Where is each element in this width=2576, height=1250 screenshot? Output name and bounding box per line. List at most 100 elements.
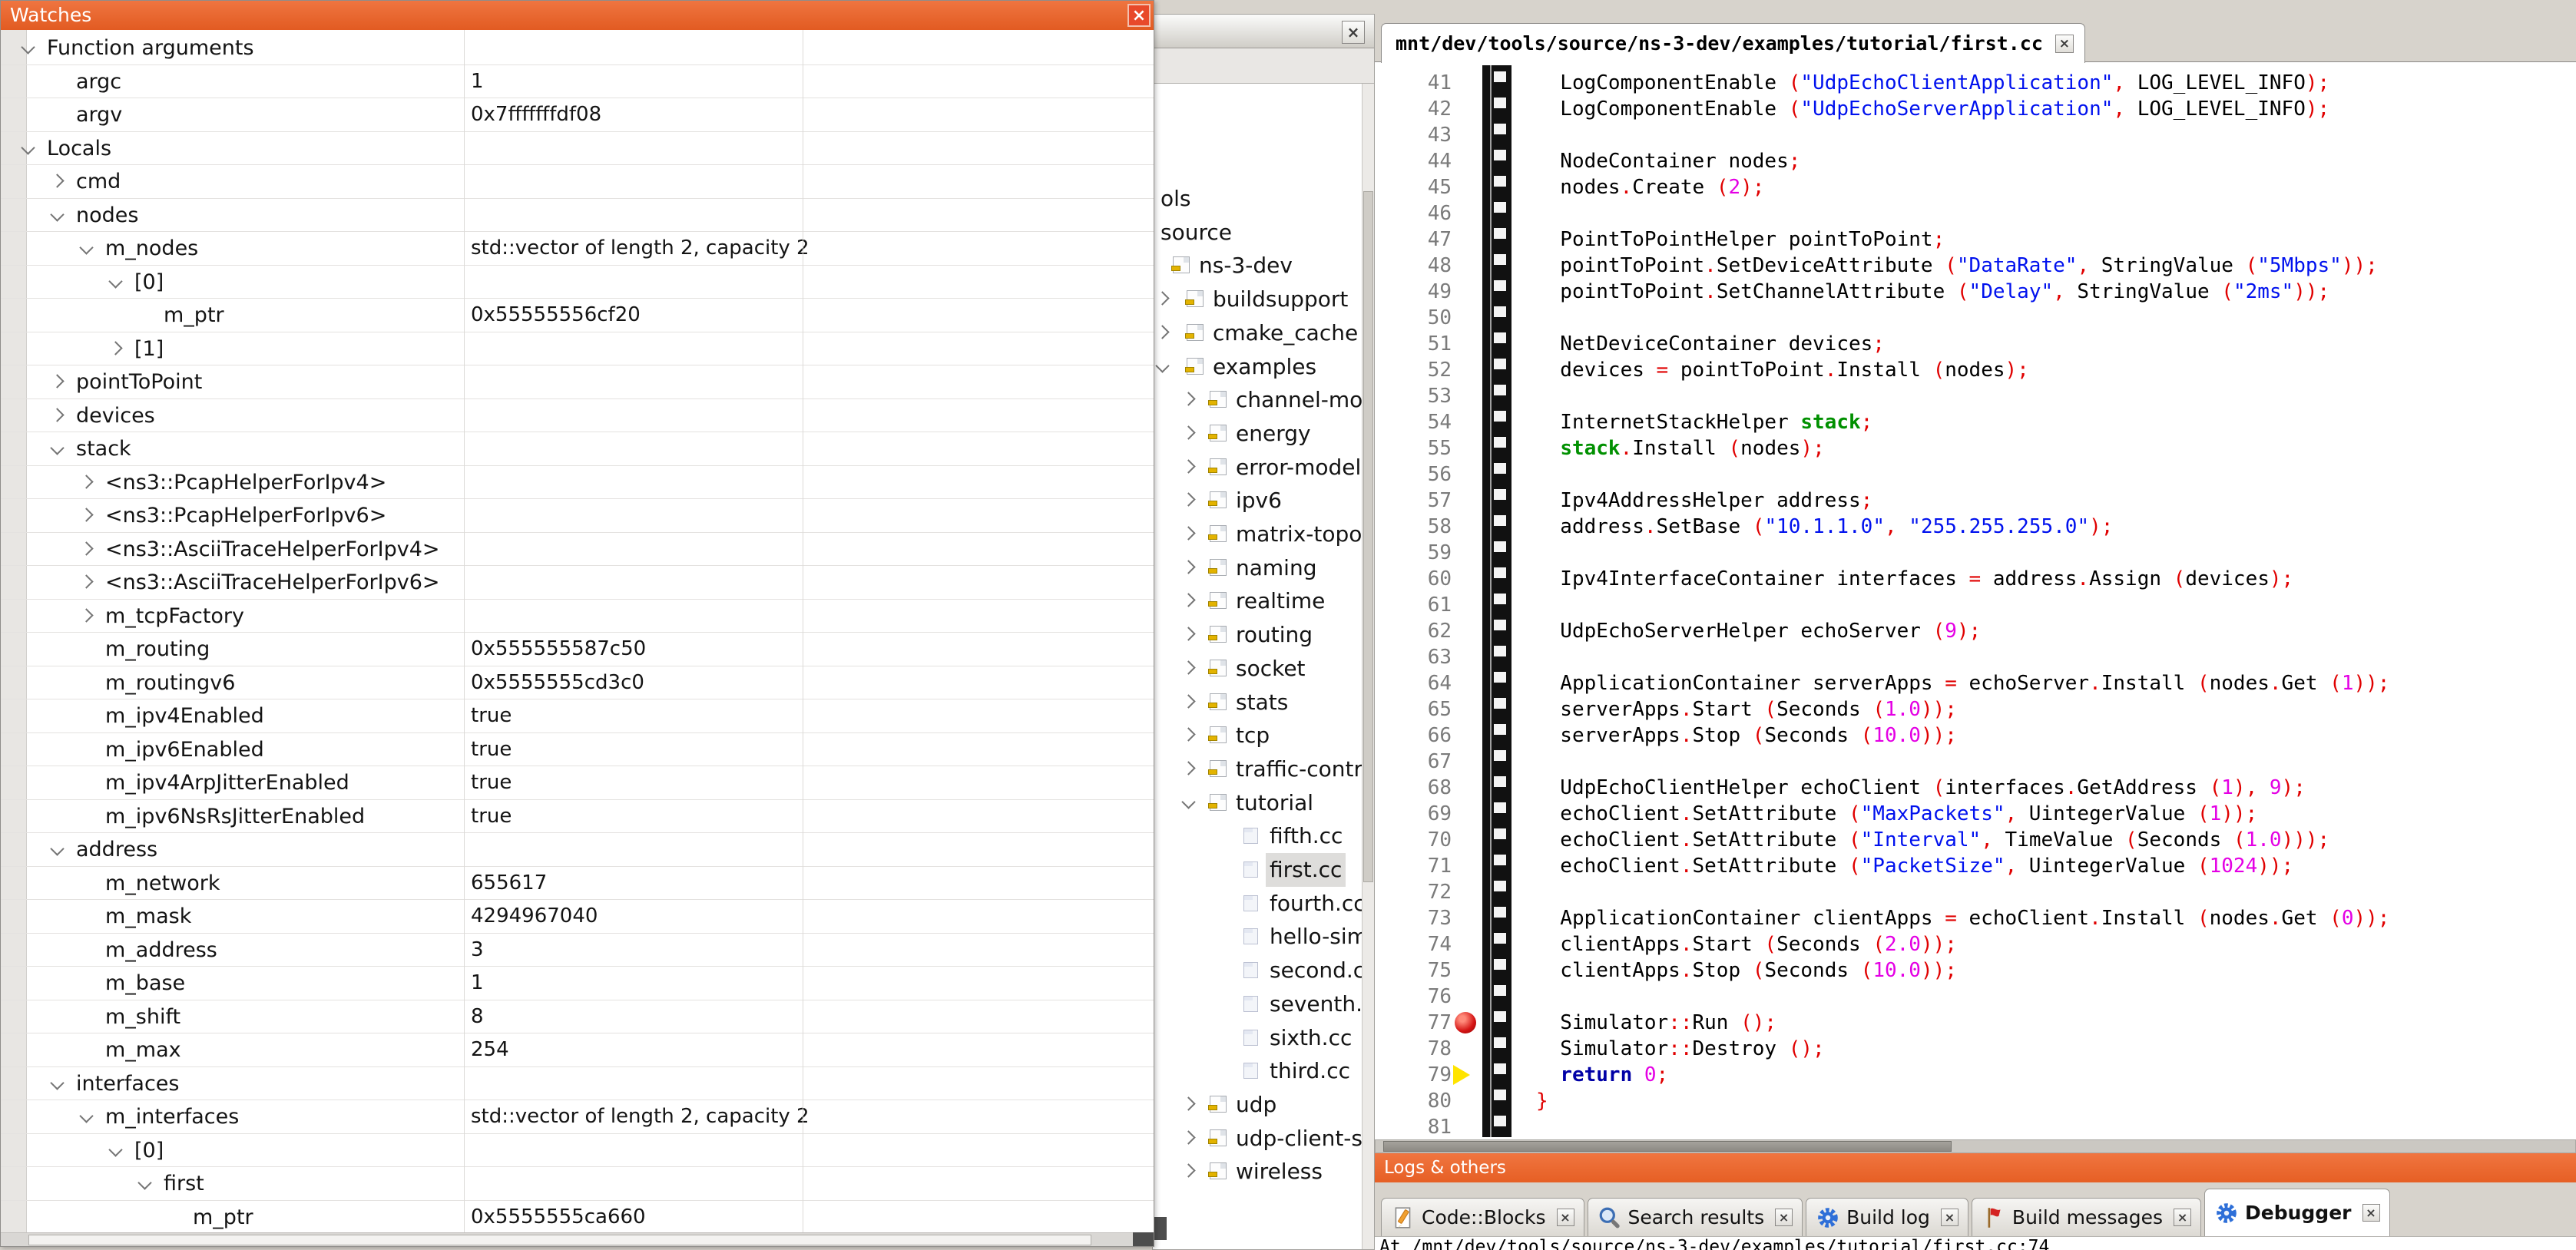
watch-row[interactable]: m_routing0x555555587c50 — [1, 633, 1154, 666]
code-line[interactable]: 49 pointToPoint.SetChannelAttribute ("De… — [1375, 279, 2576, 305]
watch-row[interactable]: m_nodesstd::vector of length 2, capacity… — [1, 232, 1154, 266]
tree-item-examples[interactable]: examples — [1153, 350, 1362, 384]
line-number[interactable]: 78 — [1375, 1036, 1452, 1062]
line-number[interactable]: 49 — [1375, 279, 1452, 305]
expand-icon[interactable] — [1180, 693, 1197, 710]
code-line[interactable]: 79 return 0; — [1375, 1062, 2576, 1088]
watch-row[interactable]: m_ipv6Enabledtrue — [1, 733, 1154, 767]
log-tab-build-log[interactable]: Build log× — [1806, 1198, 1968, 1236]
tree-vertical-scrollbar[interactable] — [1362, 84, 1374, 1249]
code-line[interactable]: 47 PointToPointHelper pointToPoint; — [1375, 227, 2576, 253]
line-number[interactable]: 64 — [1375, 670, 1452, 696]
watch-row[interactable]: m_ipv4Enabledtrue — [1, 699, 1154, 733]
expand-icon[interactable] — [1154, 324, 1171, 341]
code-line[interactable]: 77 Simulator::Run (); — [1375, 1010, 2576, 1036]
code-line[interactable]: 74 clientApps.Start (Seconds (2.0)); — [1375, 931, 2576, 957]
tree-item-cmake-cache[interactable]: cmake_cache — [1153, 316, 1362, 350]
watch-row[interactable]: argc1 — [1, 65, 1154, 99]
code-line[interactable]: 61 — [1375, 592, 2576, 618]
code-line[interactable]: 81 — [1375, 1114, 2576, 1139]
tree-item-traffic-control[interactable]: traffic-control — [1153, 752, 1362, 786]
watch-row[interactable]: stack — [1, 432, 1154, 466]
expand-icon[interactable] — [78, 574, 95, 590]
line-number[interactable]: 72 — [1375, 879, 1452, 905]
watch-row[interactable]: m_mask4294967040 — [1, 900, 1154, 934]
expand-icon[interactable] — [1180, 1162, 1197, 1179]
line-number[interactable]: 73 — [1375, 905, 1452, 931]
code-line[interactable]: 42 LogComponentEnable ("UdpEchoServerApp… — [1375, 96, 2576, 122]
line-number[interactable]: 76 — [1375, 984, 1452, 1010]
line-number[interactable]: 70 — [1375, 827, 1452, 853]
expand-icon[interactable] — [1180, 626, 1197, 643]
tree-item-naming[interactable]: naming — [1153, 551, 1362, 585]
line-number[interactable]: 41 — [1375, 70, 1452, 96]
expand-icon[interactable] — [1180, 491, 1197, 508]
tree-item-hello-simulator-cc[interactable]: hello-simulator.cc — [1153, 920, 1362, 954]
tree-item-udp[interactable]: udp — [1153, 1088, 1362, 1122]
tree-item-matrix-topology[interactable]: matrix-topology — [1153, 518, 1362, 551]
tree-item-fifth-cc[interactable]: fifth.cc — [1153, 819, 1362, 853]
watch-row[interactable]: m_shift8 — [1, 1000, 1154, 1034]
line-number[interactable]: 75 — [1375, 957, 1452, 984]
tree-item-tcp[interactable]: tcp — [1153, 719, 1362, 752]
code-line[interactable]: 50 — [1375, 305, 2576, 331]
line-number[interactable]: 44 — [1375, 148, 1452, 174]
line-number[interactable]: 62 — [1375, 618, 1452, 644]
expand-icon[interactable] — [1154, 290, 1171, 307]
watch-row[interactable]: m_ipv4ArpJitterEnabledtrue — [1, 766, 1154, 800]
watch-row[interactable]: m_ipv6NsRsJitterEnabledtrue — [1, 800, 1154, 834]
watch-row[interactable]: <ns3::AsciiTraceHelperForIpv6> — [1, 566, 1154, 600]
tree-item-second-cc[interactable]: second.cc — [1153, 954, 1362, 987]
watch-row[interactable]: pointToPoint — [1, 365, 1154, 399]
line-number[interactable]: 71 — [1375, 853, 1452, 879]
code-line[interactable]: 67 — [1375, 749, 2576, 775]
watch-row[interactable]: devices — [1, 399, 1154, 433]
close-icon[interactable]: × — [2055, 35, 2074, 53]
log-tab-build-messages[interactable]: Build messages× — [1972, 1198, 2201, 1236]
code-line[interactable]: 63 — [1375, 644, 2576, 670]
code-line[interactable]: 64 ApplicationContainer serverApps = ech… — [1375, 670, 2576, 696]
line-number[interactable]: 57 — [1375, 488, 1452, 514]
tree-item-wireless[interactable]: wireless — [1153, 1155, 1362, 1189]
code-line[interactable]: 76 — [1375, 984, 2576, 1010]
line-number[interactable]: 66 — [1375, 723, 1452, 749]
line-number[interactable]: 45 — [1375, 174, 1452, 200]
code-line[interactable]: 69 echoClient.SetAttribute ("MaxPackets"… — [1375, 801, 2576, 827]
tree-item-routing[interactable]: routing — [1153, 618, 1362, 652]
tree-item-ols[interactable]: ols — [1153, 182, 1362, 216]
expand-icon[interactable] — [1180, 458, 1197, 475]
code-line[interactable]: 46 — [1375, 200, 2576, 227]
line-number[interactable]: 77 — [1375, 1010, 1452, 1036]
expand-icon[interactable] — [78, 607, 95, 624]
code-line[interactable]: 59 — [1375, 540, 2576, 566]
line-number[interactable]: 68 — [1375, 775, 1452, 801]
scrollbar-thumb[interactable] — [28, 1235, 1091, 1245]
line-number[interactable]: 48 — [1375, 253, 1452, 279]
tree-item-ns-3-dev[interactable]: ns-3-dev — [1153, 249, 1362, 283]
code-line[interactable]: 55 stack.Install (nodes); — [1375, 435, 2576, 461]
line-number[interactable]: 54 — [1375, 409, 1452, 435]
scrollbar-thumb[interactable] — [1383, 1141, 1952, 1152]
code-line[interactable]: 56 — [1375, 461, 2576, 488]
code-line[interactable]: 45 nodes.Create (2); — [1375, 174, 2576, 200]
tree-item-energy[interactable]: energy — [1153, 417, 1362, 451]
expand-icon[interactable] — [49, 373, 66, 390]
close-icon[interactable]: × — [1941, 1209, 1958, 1226]
watch-row[interactable]: [0] — [1, 1134, 1154, 1168]
watch-row[interactable]: <ns3::PcapHelperForIpv6> — [1, 499, 1154, 533]
watch-row[interactable]: nodes — [1, 199, 1154, 233]
tree-item-fourth-cc[interactable]: fourth.cc — [1153, 887, 1362, 921]
watch-row[interactable]: interfaces — [1, 1067, 1154, 1101]
code-line[interactable]: 58 address.SetBase ("10.1.1.0", "255.255… — [1375, 514, 2576, 540]
code-line[interactable]: 53 — [1375, 383, 2576, 409]
code-line[interactable]: 73 ApplicationContainer clientApps = ech… — [1375, 905, 2576, 931]
collapse-icon[interactable] — [20, 39, 37, 56]
close-icon[interactable]: × — [2174, 1209, 2191, 1226]
line-number[interactable]: 46 — [1375, 200, 1452, 227]
tree-item-realtime[interactable]: realtime — [1153, 584, 1362, 618]
code-line[interactable]: 80} — [1375, 1088, 2576, 1114]
watch-row[interactable]: m_ptr0x5555555ca660 — [1, 1201, 1154, 1233]
line-number[interactable]: 81 — [1375, 1114, 1452, 1139]
close-icon[interactable]: × — [1775, 1209, 1793, 1226]
line-number[interactable]: 67 — [1375, 749, 1452, 775]
